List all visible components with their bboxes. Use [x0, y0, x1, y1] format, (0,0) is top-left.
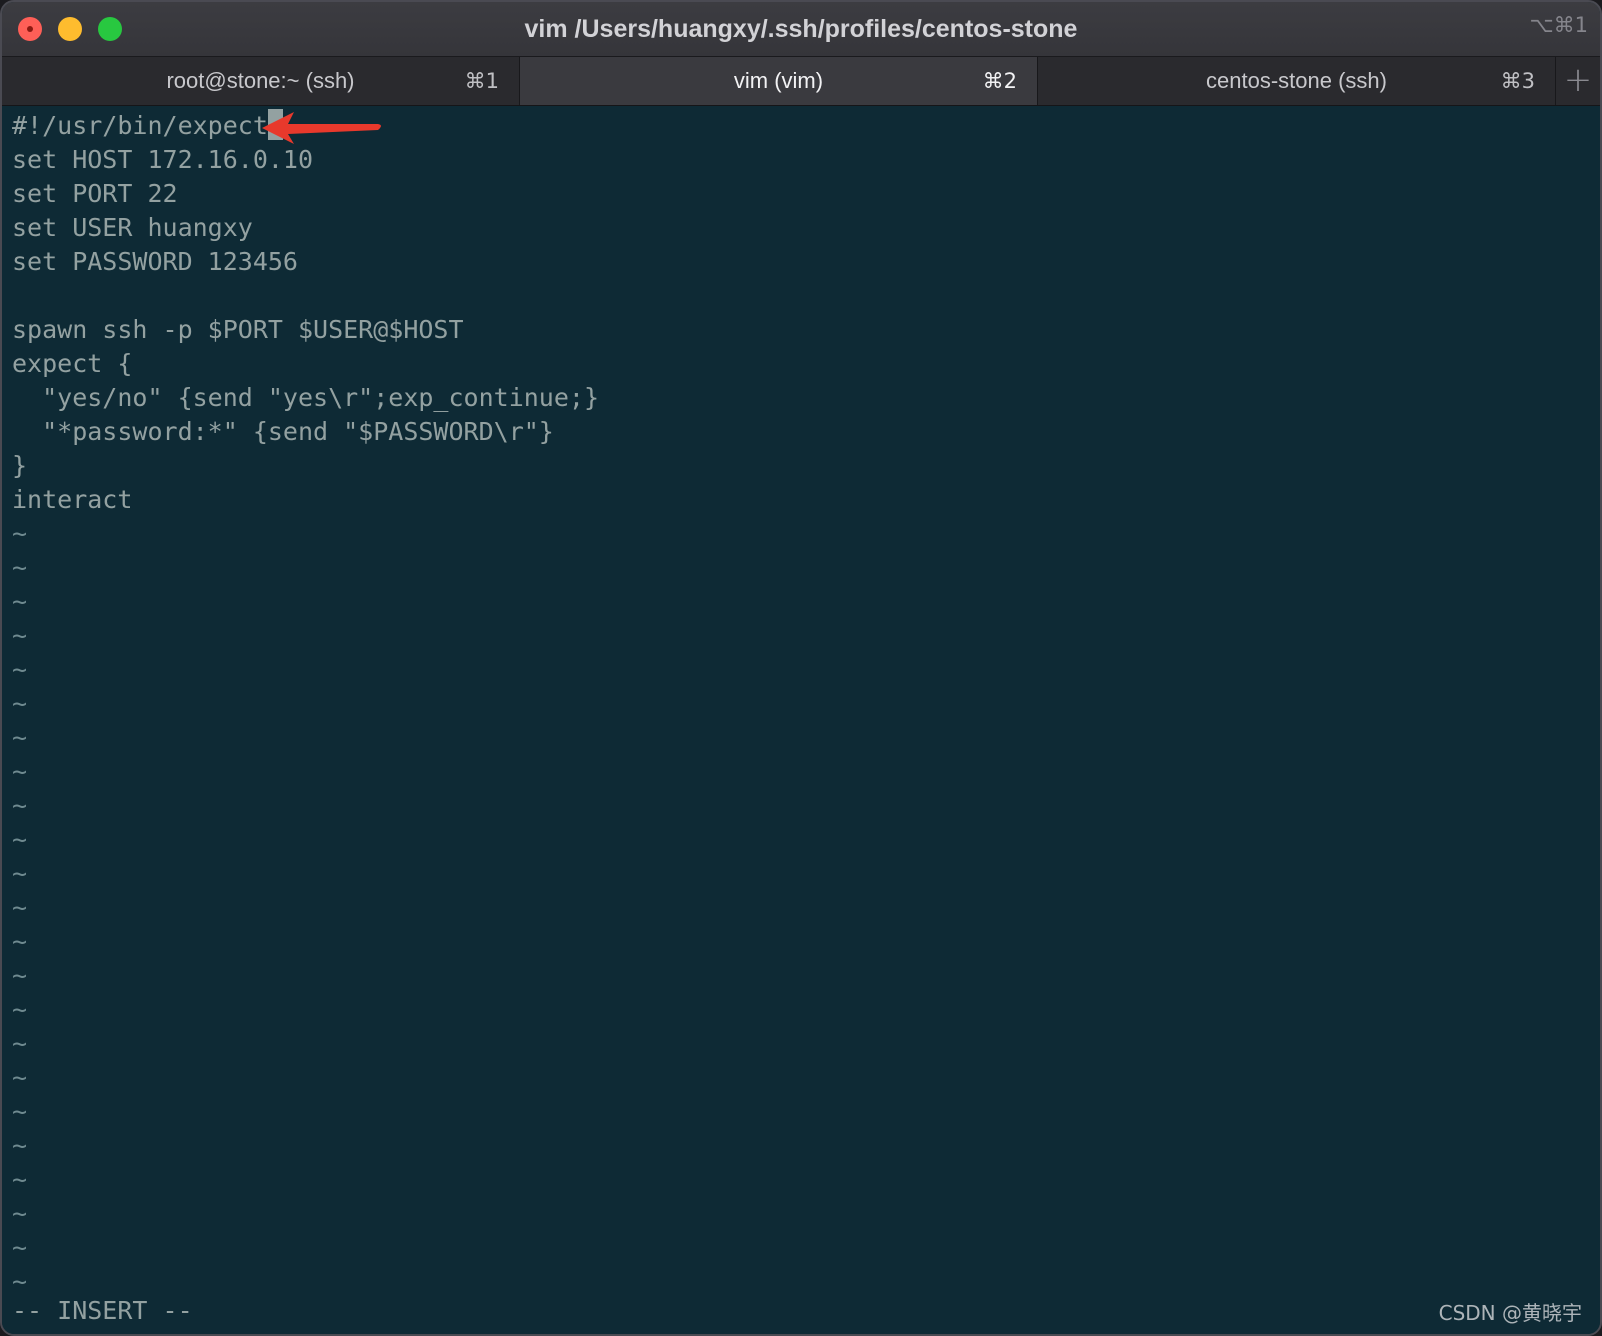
tab-label: vim (vim): [733, 68, 824, 93]
code-line-text: expect {: [12, 349, 133, 378]
code-line-text: "*password:*" {send "$PASSWORD\r"}: [12, 417, 554, 446]
tab-shortcut: ⌘2: [982, 69, 1017, 93]
vim-mode-indicator: -- INSERT --: [12, 1296, 193, 1325]
code-line[interactable]: set USER huangxy: [12, 211, 599, 245]
empty-line-marker: ~: [12, 927, 28, 956]
title-bar[interactable]: vim /Users/huangxy/.ssh/profiles/centos-…: [2, 2, 1600, 57]
empty-line-marker: ~: [12, 1165, 28, 1194]
empty-line-marker: ~: [12, 791, 28, 820]
tab-root-stone-ssh[interactable]: root@stone:~ (ssh) ⌘1: [2, 57, 520, 105]
empty-line-marker: ~: [12, 519, 28, 548]
empty-line-marker: ~: [12, 825, 28, 854]
empty-line-marker: ~: [12, 893, 28, 922]
code-line[interactable]: "yes/no" {send "yes\r";exp_continue;}: [12, 381, 599, 415]
code-line[interactable]: "*password:*" {send "$PASSWORD\r"}: [12, 415, 599, 449]
empty-line-marker: ~: [12, 1199, 28, 1228]
empty-line-marker: ~: [12, 587, 28, 616]
code-line-text: set PASSWORD 123456: [12, 247, 298, 276]
empty-line-marker: ~: [12, 1097, 28, 1126]
empty-line-marker: ~: [12, 757, 28, 786]
terminal-window: vim /Users/huangxy/.ssh/profiles/centos-…: [0, 0, 1602, 1336]
tab-shortcut: ⌘3: [1500, 69, 1535, 93]
vim-editor-area[interactable]: #!/usr/bin/expect set HOST 172.16.0.10 set…: [2, 106, 1600, 1334]
empty-line-marker: ~: [12, 1063, 28, 1092]
empty-line-marker: ~: [12, 1233, 28, 1262]
empty-line-marker: ~: [12, 689, 28, 718]
code-line[interactable]: set PORT 22: [12, 177, 599, 211]
code-line[interactable]: expect {: [12, 347, 599, 381]
watermark: CSDN @黄晓宇: [1438, 1301, 1582, 1325]
code-line-text: spawn ssh -p $PORT $USER@$HOST: [12, 315, 464, 344]
tab-vim[interactable]: vim (vim) ⌘2: [520, 57, 1038, 105]
code-line-text: set PORT 22: [12, 179, 178, 208]
window-shortcut: ⌥⌘1: [1529, 13, 1588, 37]
tab-centos-stone-ssh[interactable]: centos-stone (ssh) ⌘3: [1038, 57, 1556, 105]
code-line-text: interact: [12, 485, 133, 514]
code-line[interactable]: interact: [12, 483, 599, 517]
window-title: vim /Users/huangxy/.ssh/profiles/centos-…: [524, 15, 1078, 43]
empty-line-marker: ~: [12, 723, 28, 752]
empty-line-marker: ~: [12, 1029, 28, 1058]
code-line-text: }: [12, 451, 28, 480]
empty-line-marker: ~: [12, 655, 28, 684]
empty-line-marker: ~: [12, 961, 28, 990]
empty-line-marker: ~: [12, 859, 28, 888]
code-line[interactable]: [12, 279, 599, 313]
empty-line-marker: ~: [12, 1131, 28, 1160]
red-arrow-annotation-icon: [262, 112, 381, 144]
code-line[interactable]: spawn ssh -p $PORT $USER@$HOST: [12, 313, 599, 347]
tab-label: centos-stone (ssh): [1206, 68, 1387, 93]
empty-line-marker: ~: [12, 553, 28, 582]
code-line-text: set USER huangxy: [12, 213, 253, 242]
empty-line-marker: ~: [12, 621, 28, 650]
code-line-text: #!/usr/bin/expect: [12, 111, 268, 140]
tab-shortcut: ⌘1: [464, 69, 499, 93]
editor-buffer[interactable]: #!/usr/bin/expect set HOST 172.16.0.10 set…: [12, 109, 599, 1299]
code-line[interactable]: }: [12, 449, 599, 483]
tab-bar: root@stone:~ (ssh) ⌘1 vim (vim) ⌘2 cento…: [2, 57, 1600, 106]
empty-line-marker: ~: [12, 995, 28, 1024]
code-line-text: "yes/no" {send "yes\r";exp_continue;}: [12, 383, 599, 412]
tab-label: root@stone:~ (ssh): [166, 68, 355, 93]
code-line[interactable]: set PASSWORD 123456: [12, 245, 599, 279]
new-tab-plus-icon[interactable]: +: [1556, 57, 1600, 105]
